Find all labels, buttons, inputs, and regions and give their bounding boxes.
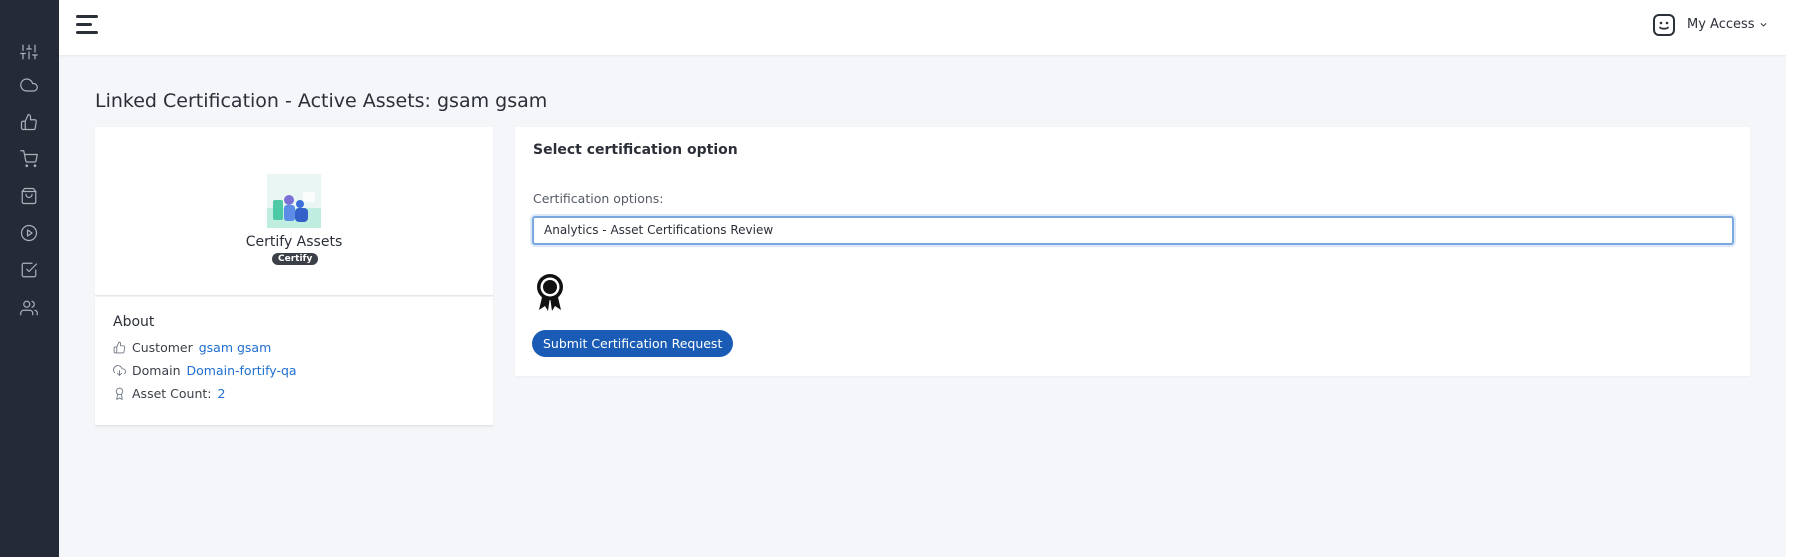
top-bar: My Access <box>59 0 1786 55</box>
smiley-avatar-icon[interactable] <box>1652 13 1676 37</box>
right-rail <box>1786 0 1799 557</box>
sidebar-item-bag[interactable] <box>17 184 41 208</box>
cloud-download-icon <box>113 365 126 376</box>
about-domain-row: Domain Domain-fortify-qa <box>113 363 297 378</box>
section-title: Select certification option <box>533 142 738 158</box>
certify-assets-illustration <box>267 174 321 228</box>
bag-icon <box>21 187 37 205</box>
sidebar-item-users[interactable] <box>17 296 41 320</box>
domain-link[interactable]: Domain-fortify-qa <box>187 363 297 378</box>
asset-count-link[interactable]: 2 <box>217 386 225 401</box>
check-square-icon <box>21 262 38 278</box>
sidebar-item-cart[interactable] <box>17 147 41 171</box>
user-menu[interactable]: My Access <box>1687 17 1768 32</box>
user-menu-label: My Access <box>1687 17 1755 32</box>
sliders-icon <box>20 44 38 60</box>
certification-option-card: Select certification option Certificatio… <box>515 127 1750 376</box>
about-asset-count-row: Asset Count: 2 <box>113 386 225 401</box>
sidebar <box>0 0 59 557</box>
certify-assets-title: Certify Assets <box>245 234 343 250</box>
sidebar-item-tasks[interactable] <box>17 258 41 282</box>
chevron-down-icon <box>1760 23 1766 27</box>
certify-assets-card: Certify Assets Certify <box>95 127 493 296</box>
award-ribbon-icon <box>537 274 563 311</box>
about-card: About Customer gsam gsam Domain Domain-f… <box>95 297 493 426</box>
sidebar-item-sliders[interactable] <box>17 40 41 64</box>
asset-count-label: Asset Count: <box>132 386 212 401</box>
submit-certification-button[interactable]: Submit Certification Request <box>532 330 734 357</box>
about-customer-row: Customer gsam gsam <box>113 340 271 355</box>
domain-label: Domain <box>132 363 181 378</box>
thumbs-up-icon <box>113 341 126 354</box>
play-circle-icon <box>20 224 38 242</box>
about-title: About <box>113 314 155 330</box>
cart-icon <box>20 150 38 168</box>
certification-options-select[interactable]: Analytics - Asset Certifications Review <box>532 216 1734 245</box>
customer-label: Customer <box>132 340 193 355</box>
cloud-icon <box>20 78 38 92</box>
page-title: Linked Certification - Active Assets: gs… <box>95 90 548 112</box>
customer-link[interactable]: gsam gsam <box>199 340 272 355</box>
menu-toggle-icon[interactable] <box>76 15 100 37</box>
award-icon <box>115 387 124 400</box>
users-icon <box>20 300 38 316</box>
sidebar-item-cloud[interactable] <box>17 73 41 97</box>
certify-badge: Certify <box>272 253 319 265</box>
certification-options-label: Certification options: <box>533 191 664 206</box>
sidebar-item-play[interactable] <box>17 221 41 245</box>
thumbs-up-icon <box>20 113 37 131</box>
sidebar-item-thumbs-up[interactable] <box>17 110 41 134</box>
